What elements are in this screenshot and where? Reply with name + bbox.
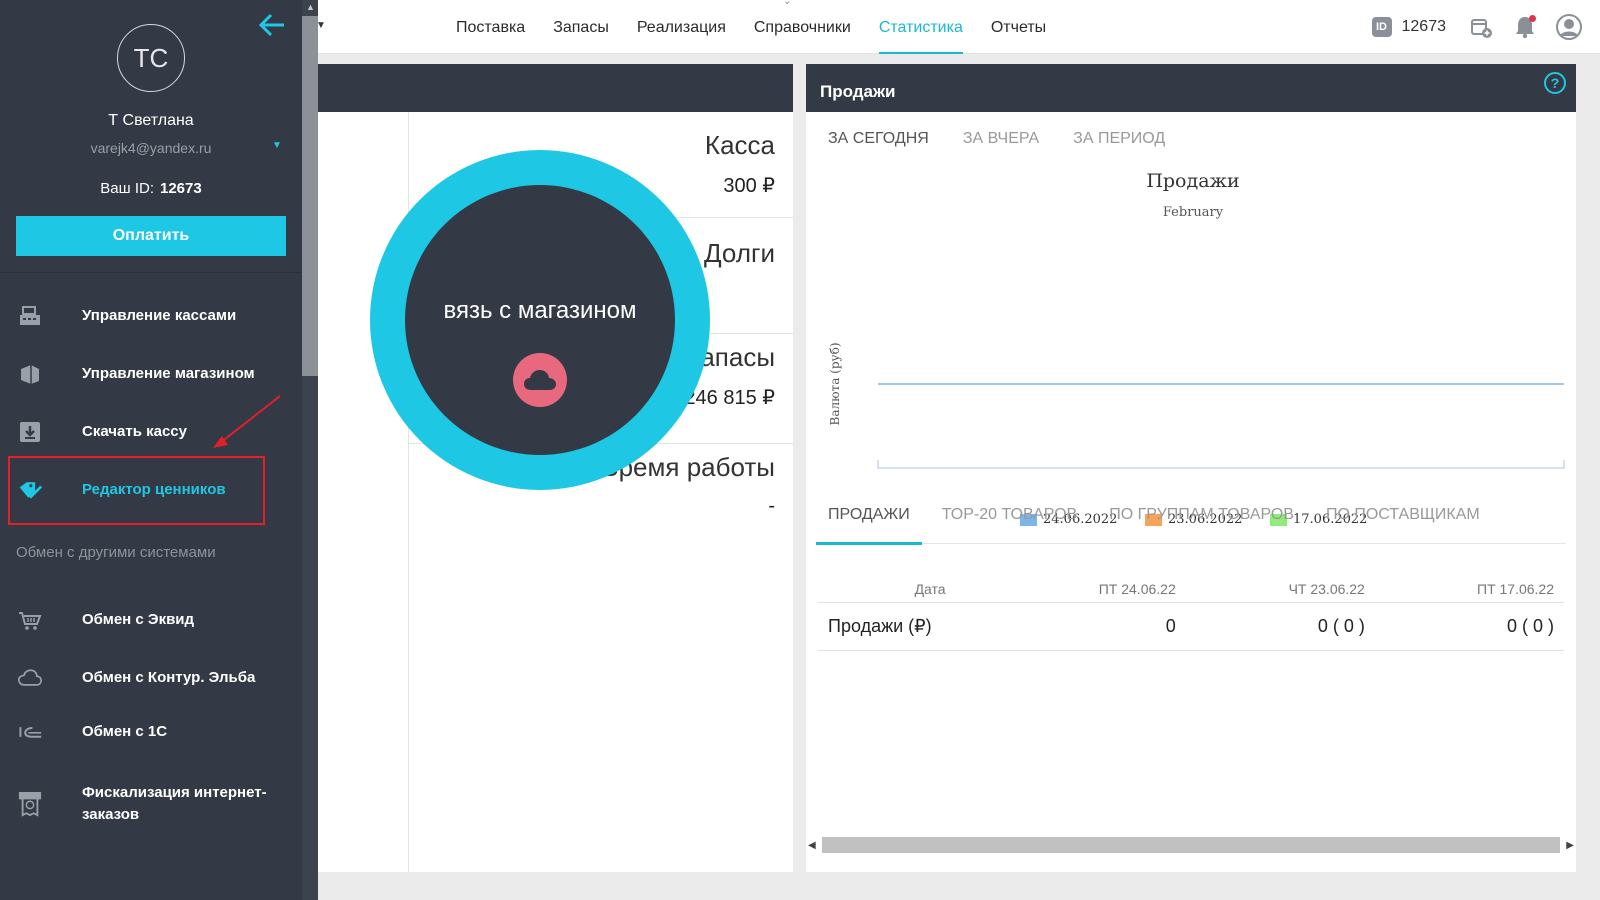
table-header: ПТ 24.06.22 (975, 576, 1186, 603)
sales-panel: Продажи ? ЗА СЕГОДНЯ ЗА ВЧЕРА ЗА ПЕРИОД … (806, 64, 1576, 872)
bell-icon[interactable] (1512, 14, 1538, 40)
id-icon: ID (1371, 17, 1392, 37)
period-tabs: ЗА СЕГОДНЯ ЗА ВЧЕРА ЗА ПЕРИОД (828, 130, 1199, 148)
stat-label: Касса (704, 130, 775, 160)
store-connection-text: вязь с магазином (443, 297, 637, 324)
scroll-up-icon[interactable]: ▲ (306, 2, 315, 12)
main-nav: Поставка Запасы Реализация Справочники С… (456, 0, 1074, 54)
sidebar-item-fiscalization[interactable]: Фискализация интернет-заказов (0, 780, 302, 828)
table-header: ПТ 17.06.22 (1374, 576, 1564, 603)
sidebar-item-label: Обмен с Эквид (82, 611, 195, 628)
table-header: ЧТ 23.06.22 (1185, 576, 1375, 603)
chart-y-label: Валюта (руб) (828, 343, 842, 426)
chart-title: Продажи (1146, 170, 1239, 192)
period-tab-yesterday[interactable]: ЗА ВЧЕРА (963, 130, 1039, 148)
sidebar-item-label: Обмен с Контур. Эльба (82, 669, 256, 686)
cloud-icon (18, 666, 42, 690)
sidebar-item-kontur-exchange[interactable]: Обмен с Контур. Эльба (0, 654, 302, 702)
table-header: Дата (818, 576, 976, 603)
table-header-row: Дата ПТ 24.06.22 ЧТ 23.06.22 ПТ 17.06.22 (818, 576, 1564, 603)
sidebar-item-ecwid-exchange[interactable]: Обмен с Эквид (0, 596, 302, 644)
annotation-arrow (213, 395, 281, 448)
cloud-connect-button[interactable] (513, 353, 567, 407)
tab-by-supplier[interactable]: ПО ПОСТАВЩИКАМ (1314, 496, 1492, 544)
top-user-id: 12673 (1401, 18, 1447, 35)
add-store-icon[interactable] (1468, 14, 1494, 40)
highlight-box (8, 456, 265, 525)
horizontal-scrollbar[interactable]: ◀ ▶ (808, 836, 1574, 854)
scrollbar-thumb[interactable] (821, 837, 1561, 853)
tab-top20[interactable]: ТОР-20 ТОВАРОВ (930, 496, 1090, 544)
sidebar-scrollbar[interactable]: ▲ (302, 0, 318, 900)
nav-directories[interactable]: Справочники (754, 0, 851, 54)
sidebar: TC Т Светлана varejk4@yandex.ru ▼ Ваш ID… (0, 0, 318, 900)
tab-by-group[interactable]: ПО ГРУППАМ ТОВАРОВ (1097, 496, 1306, 544)
sales-tabs: ПРОДАЖИ ТОР-20 ТОВАРОВ ПО ГРУППАМ ТОВАРО… (816, 496, 1566, 545)
scrollbar-thumb[interactable] (302, 16, 318, 376)
table-cell: 0 ( 0 ) (1185, 602, 1375, 651)
scroll-left-icon[interactable]: ◀ (808, 840, 816, 851)
help-icon[interactable]: ? (1544, 72, 1566, 94)
store-connection-circle: вязь с магазином (405, 185, 675, 455)
table-row: Продажи (₽) 0 0 ( 0 ) 0 ( 0 ) (818, 602, 1564, 651)
sidebar-item-1c-exchange[interactable]: Обмен с 1С (0, 708, 302, 756)
onec-icon (18, 720, 42, 744)
basket-icon (18, 608, 42, 632)
user-profile-icon[interactable] (1556, 14, 1582, 40)
sidebar-group-label: Обмен с другими системами (16, 544, 216, 561)
tab-sales[interactable]: ПРОДАЖИ (816, 496, 922, 545)
table-cell: 0 ( 0 ) (1374, 602, 1564, 651)
store-connection-ring: вязь с магазином (370, 150, 710, 490)
chart-x-axis (877, 460, 1565, 469)
scroll-right-icon[interactable]: ▶ (1566, 840, 1574, 851)
receipt-icon (18, 792, 42, 817)
sales-table: Дата ПТ 24.06.22 ЧТ 23.06.22 ПТ 17.06.22… (818, 576, 1564, 651)
top-right-tools: ID 12673 (1371, 0, 1600, 54)
sales-chart: Продажи February Валюта (руб) Продажи (828, 170, 1565, 469)
nav-sales[interactable]: Реализация (637, 0, 726, 54)
sidebar-item-label: Фискализация интернет-заказов (82, 784, 267, 823)
chart-subtitle: February (1163, 205, 1224, 220)
sales-panel-title: Продажи (820, 82, 896, 101)
table-cell: Продажи (₽) (818, 602, 976, 651)
nav-reports[interactable]: Отчеты (991, 0, 1046, 54)
nav-stock[interactable]: Запасы (553, 0, 609, 54)
nav-supply[interactable]: Поставка (456, 0, 525, 54)
nav-statistics[interactable]: Статистика (878, 0, 963, 54)
sales-panel-header: Продажи ? (806, 64, 1576, 112)
stat-value: - (768, 495, 775, 517)
table-cell: 0 (975, 602, 1186, 651)
sidebar-item-label: Обмен с 1С (82, 723, 168, 740)
panel-header (290, 64, 793, 112)
period-tab-today[interactable]: ЗА СЕГОДНЯ (828, 130, 929, 148)
store-summary-panel: Касса 300 ₽ Долги Запасы 246 815 ₽ Время… (290, 64, 793, 872)
notification-dot (1529, 15, 1536, 22)
period-tab-range[interactable]: ЗА ПЕРИОД (1073, 130, 1165, 148)
